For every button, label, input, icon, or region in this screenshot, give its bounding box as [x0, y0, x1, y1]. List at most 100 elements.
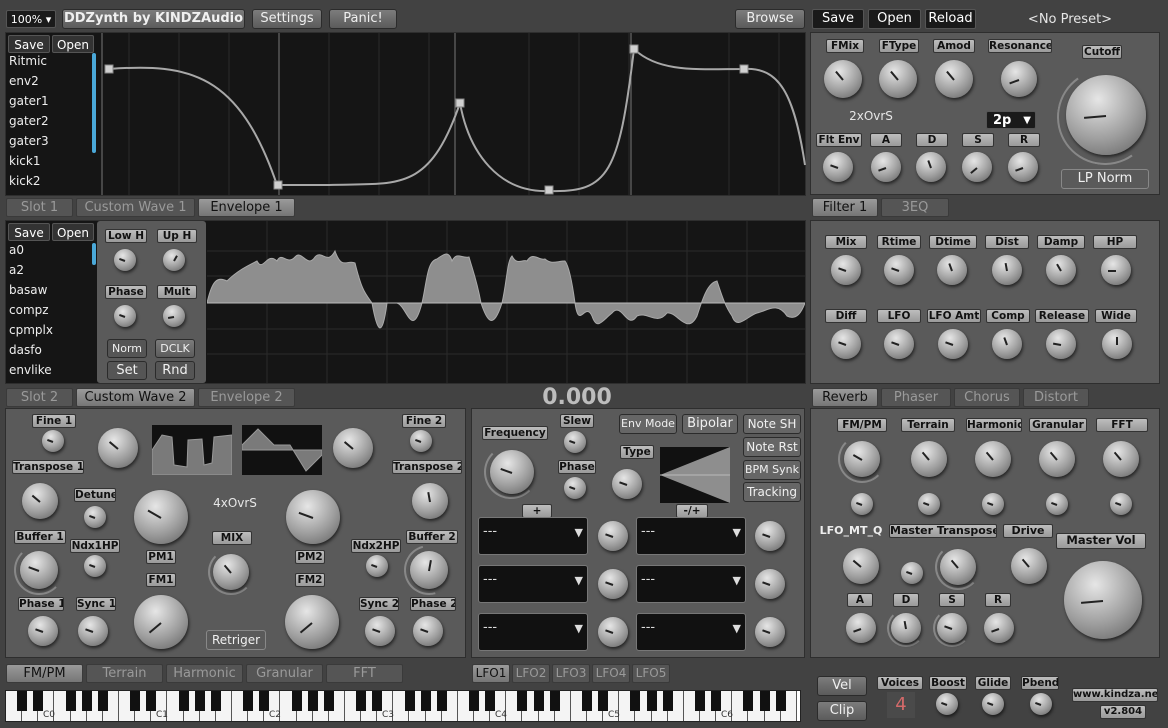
phase1-knob[interactable] [28, 616, 58, 646]
osc1-level-knob[interactable] [98, 428, 138, 468]
lfo-amount-knob-1[interactable] [598, 521, 628, 551]
black-key[interactable] [210, 691, 221, 711]
wave-save-button[interactable]: Save [8, 223, 50, 241]
lfo-phase-knob[interactable] [564, 477, 586, 499]
norm-button[interactable]: Norm [107, 339, 147, 358]
drive-knob[interactable] [1011, 548, 1047, 584]
list-item[interactable]: env2 [7, 71, 92, 91]
detune-knob[interactable] [84, 506, 106, 528]
bpm-synk-button[interactable]: BPM Synk [743, 460, 801, 480]
sync2-knob[interactable] [365, 616, 395, 646]
filter-mode-select[interactable]: 2p ▼ [986, 111, 1036, 129]
mix-knob[interactable] [213, 554, 249, 590]
master-transpose-fine-knob[interactable] [901, 562, 923, 584]
fine2-knob[interactable] [410, 430, 432, 452]
lfo-mt-q-knob[interactable] [843, 548, 879, 584]
tab-distort[interactable]: Distort [1023, 388, 1089, 407]
lfo-bipolar-knob-3[interactable] [755, 617, 785, 647]
buffer1-knob[interactable] [20, 551, 58, 589]
lfo-frequency-knob[interactable] [490, 450, 534, 494]
filter-a-knob[interactable] [871, 152, 901, 182]
filter-r-knob[interactable] [1008, 152, 1038, 182]
boost-knob[interactable] [936, 693, 958, 715]
terrain-mod-knob[interactable] [918, 493, 940, 515]
preset-open-button[interactable]: Open [868, 9, 921, 29]
glide-knob[interactable] [982, 693, 1004, 715]
mult-knob[interactable] [163, 305, 185, 327]
list-item[interactable]: basaw [7, 280, 92, 300]
black-key[interactable] [243, 691, 254, 711]
list-item[interactable]: kick2 [7, 171, 92, 191]
tab-granular[interactable]: Granular [246, 664, 323, 683]
fmpm-amount-knob[interactable] [844, 441, 880, 477]
black-key[interactable] [323, 691, 334, 711]
black-key[interactable] [178, 691, 189, 711]
black-key[interactable] [759, 691, 770, 711]
black-key[interactable] [81, 691, 92, 711]
tab-lfo4[interactable]: LFO4 [592, 664, 630, 683]
black-key[interactable] [130, 691, 141, 711]
black-key[interactable] [646, 691, 657, 711]
black-key[interactable] [291, 691, 302, 711]
list-item[interactable]: kick1 [7, 151, 92, 171]
reverb-wide-knob[interactable] [1102, 329, 1132, 359]
pm1-knob[interactable] [134, 490, 188, 544]
retrigger-button[interactable]: Retriger [206, 630, 266, 650]
list-item[interactable]: gater2 [7, 111, 92, 131]
list-item[interactable]: a0 [7, 240, 92, 260]
tab-lfo3[interactable]: LFO3 [552, 664, 590, 683]
tab-reverb[interactable]: Reverb [812, 388, 878, 407]
waveform-display[interactable] [207, 221, 805, 383]
master-d-knob[interactable] [891, 613, 921, 643]
black-key[interactable] [598, 691, 609, 711]
black-key[interactable] [420, 691, 431, 711]
env-list-scrollbar[interactable] [92, 53, 96, 153]
tab-envelope-1[interactable]: Envelope 1 [198, 198, 295, 217]
granular-mod-knob[interactable] [1046, 493, 1068, 515]
ftype-knob[interactable] [879, 60, 917, 98]
tab-terrain[interactable]: Terrain [86, 664, 163, 683]
up-h-knob[interactable] [163, 249, 185, 271]
website-link[interactable]: www.kindza.net [1072, 688, 1158, 702]
resonance-knob[interactable] [1001, 61, 1037, 97]
voices-value[interactable]: 4 [887, 692, 915, 718]
tab-custom-wave-2[interactable]: Custom Wave 2 [76, 388, 195, 407]
tab-slot-1[interactable]: Slot 1 [6, 198, 73, 217]
zoom-select[interactable]: 100% ▾ [6, 10, 56, 28]
filter-s-knob[interactable] [962, 152, 992, 182]
env-mode-button[interactable]: Env Mode [619, 414, 677, 434]
black-key[interactable] [436, 691, 447, 711]
reverb-release-knob[interactable] [1046, 329, 1076, 359]
black-key[interactable] [356, 691, 367, 711]
reverb-dist-knob[interactable] [992, 255, 1022, 285]
lfo-bipolar-knob-1[interactable] [755, 521, 785, 551]
black-key[interactable] [17, 691, 28, 711]
browse-button[interactable]: Browse [735, 9, 805, 29]
tab-phaser[interactable]: Phaser [881, 388, 951, 407]
fine1-knob[interactable] [42, 430, 64, 452]
list-item[interactable]: compz [7, 300, 92, 320]
black-key[interactable] [469, 691, 480, 711]
black-key[interactable] [307, 691, 318, 711]
sync1-knob[interactable] [78, 616, 108, 646]
settings-button[interactable]: Settings [252, 9, 322, 29]
black-key[interactable] [549, 691, 560, 711]
pbend-knob[interactable] [1030, 693, 1052, 715]
envelope-curve[interactable] [99, 33, 806, 195]
black-key[interactable] [517, 691, 528, 711]
clip-button[interactable]: Clip [817, 701, 867, 721]
phase-knob[interactable] [114, 305, 136, 327]
black-key[interactable] [630, 691, 641, 711]
env-preset-list[interactable]: Ritmic env2 gater1 gater2 gater3 kick1 k… [7, 51, 92, 191]
tab-filter-1[interactable]: Filter 1 [812, 198, 878, 217]
reverb-hp-knob[interactable] [1101, 255, 1131, 285]
fft-amount-knob[interactable] [1103, 441, 1139, 477]
list-item[interactable]: dasfo [7, 340, 92, 360]
master-s-knob[interactable] [937, 613, 967, 643]
master-transpose-knob[interactable] [940, 549, 976, 585]
list-item[interactable]: envlike [7, 360, 92, 380]
black-key[interactable] [194, 691, 205, 711]
cutoff-knob[interactable] [1066, 75, 1146, 155]
tab-lfo1[interactable]: LFO1 [472, 664, 510, 683]
reverb-lfo-knob[interactable] [884, 329, 914, 359]
